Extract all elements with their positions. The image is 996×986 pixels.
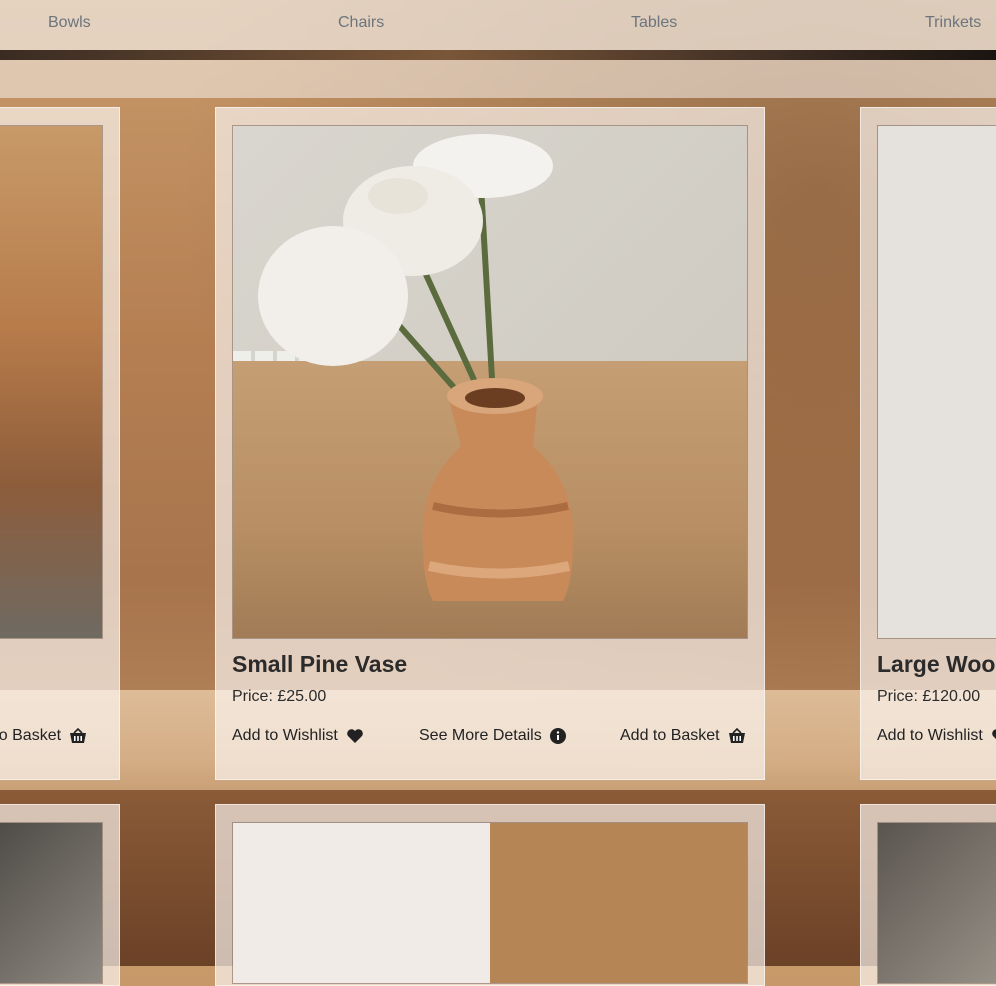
nav-divider (0, 50, 996, 60)
add-to-basket-button[interactable]: Add to Basket (620, 727, 746, 745)
nav-item-trinkets[interactable]: Trinkets (925, 14, 981, 32)
info-circle-icon (549, 728, 566, 744)
product-price: Price: £120.00 (877, 688, 981, 705)
product-card: Large Woo Price: £120.00 Add to Wishlist (860, 107, 996, 780)
basket-label: Add to Basket (620, 727, 720, 744)
add-to-basket-button[interactable]: d to Basket (0, 727, 87, 745)
product-image[interactable] (232, 125, 748, 639)
product-image[interactable] (877, 822, 996, 984)
details-label: See More Details (419, 727, 542, 744)
product-title: Large Woo (877, 651, 996, 677)
vase-photo (258, 134, 574, 601)
basket-icon (728, 728, 745, 743)
product-card (215, 804, 765, 986)
product-image[interactable] (0, 125, 103, 639)
wishlist-label: Add to Wishlist (877, 727, 983, 744)
heart-icon (992, 729, 996, 740)
add-to-wishlist-button[interactable]: Add to Wishlist (877, 727, 996, 745)
product-title: Small Pine Vase (232, 651, 408, 677)
sub-bar (0, 60, 996, 98)
product-card (860, 804, 996, 986)
nav-item-bowls[interactable]: Bowls (48, 14, 91, 32)
category-nav: Bowls Chairs Tables Trinkets (0, 0, 996, 50)
product-price: Price: £25.00 (232, 688, 327, 705)
product-image[interactable] (232, 822, 748, 984)
nav-item-tables[interactable]: Tables (631, 14, 677, 32)
product-card: d to Basket (0, 107, 120, 780)
add-to-wishlist-button[interactable]: Add to Wishlist (232, 727, 364, 745)
product-image[interactable] (877, 125, 996, 639)
basket-icon (70, 728, 87, 743)
product-card (0, 804, 120, 986)
wishlist-label: Add to Wishlist (232, 727, 338, 744)
heart-icon (347, 729, 363, 743)
product-image[interactable] (0, 822, 103, 984)
basket-label: d to Basket (0, 727, 62, 744)
product-card: Small Pine Vase Price: £25.00 Add to Wis… (215, 107, 765, 780)
nav-item-chairs[interactable]: Chairs (338, 14, 384, 32)
see-more-details-button[interactable]: See More Details (419, 727, 566, 745)
